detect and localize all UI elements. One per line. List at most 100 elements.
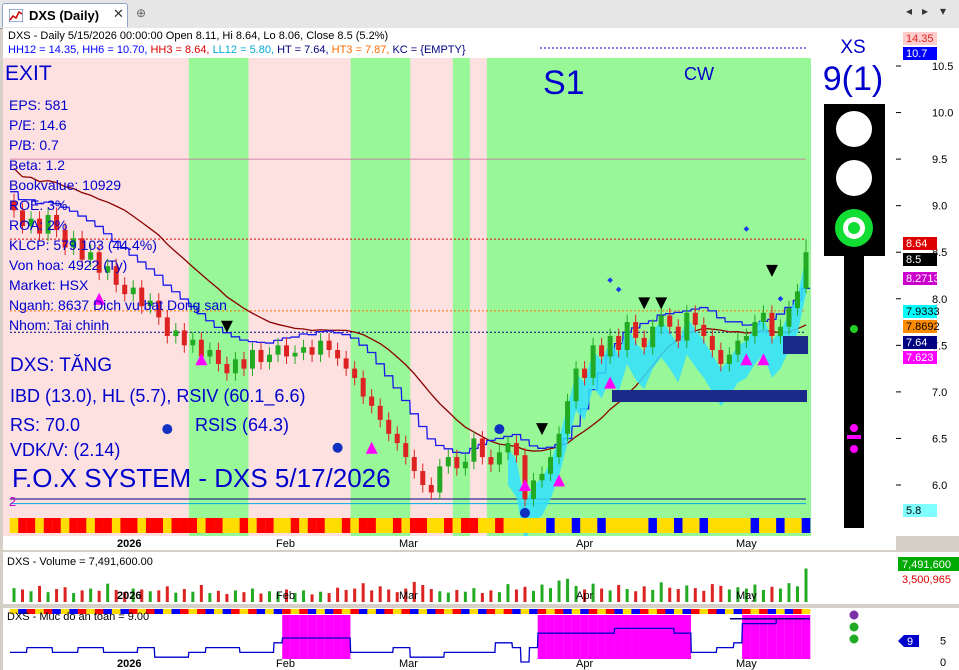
chart-tab[interactable]: DXS (Daily) ✕ (2, 3, 128, 27)
ht3-value: HT3 = 7.87, (332, 44, 393, 56)
candle-down (420, 471, 426, 485)
volume-bar (267, 591, 271, 602)
safety-strip-cell (733, 609, 743, 614)
strip-cell (256, 518, 266, 533)
safety-strip-cell (222, 609, 232, 614)
safety-strip-cell (486, 609, 496, 614)
candle-down (360, 377, 366, 397)
candle-down (352, 368, 358, 378)
close-tab-icon[interactable]: ✕ (113, 6, 124, 22)
strip-cell (222, 518, 232, 533)
strip-cell (111, 518, 121, 533)
safety-zone (580, 615, 589, 659)
safety-zone (614, 615, 623, 659)
strip-cell (801, 518, 811, 533)
strip-cell (673, 518, 683, 533)
strip-cell (307, 518, 317, 533)
strip-cell (180, 518, 189, 533)
fundamental-item: P/E: 14.6 (9, 117, 67, 133)
ht-value: HT = 7.64, (277, 44, 332, 56)
safety-strip-cell (333, 609, 342, 614)
candle-up (607, 336, 613, 357)
strip-cell (367, 518, 376, 533)
strip-cell (733, 518, 743, 533)
candle-up (207, 349, 213, 357)
safety-zone (563, 615, 572, 659)
strip-cell (384, 518, 394, 533)
candle-up (301, 347, 307, 353)
safety-strip-cell (554, 609, 564, 614)
safety-strip-cell (231, 609, 240, 614)
volume-bar (489, 590, 493, 602)
safety-zone (597, 615, 606, 659)
price-tick-label: 6.5 (932, 433, 947, 445)
volume-bar (634, 591, 638, 602)
safety-strip-cell (503, 609, 513, 614)
candle-up (437, 466, 443, 493)
safety-strip-cell (324, 609, 334, 614)
time-label: Feb (276, 658, 295, 670)
hh3-value: HH3 = 8.64, (150, 44, 212, 56)
price-tag-label: 7.64 (906, 337, 927, 349)
chevron-down-icon[interactable]: ▾ (940, 4, 946, 18)
safety-strip-cell (401, 609, 411, 614)
chart-area[interactable]: DXS - Daily 5/15/2026 00:00:00 Open 8.11… (0, 28, 959, 670)
hh12-hh6-value: HH12 = 14.35, HH6 = 10.70, (8, 44, 150, 56)
safety-strip-cell (307, 609, 317, 614)
candle-down (692, 312, 698, 325)
strip-cell (26, 518, 36, 533)
candle-down (122, 284, 128, 295)
strip-cell (418, 518, 428, 533)
safety-strip-cell (631, 609, 640, 614)
safety-zone (588, 615, 598, 659)
candle-down (403, 443, 409, 458)
strip-cell (43, 518, 53, 533)
volume-bar (242, 592, 246, 602)
candle-down (428, 485, 434, 493)
safety-strip-cell (665, 609, 675, 614)
safety-zone (742, 615, 751, 659)
safety-zone (767, 615, 777, 659)
safety-zone (801, 615, 811, 659)
volume-bar (12, 588, 16, 602)
candle-up (786, 308, 792, 327)
fundamental-item: ROE: 3% (9, 197, 67, 213)
safety-strip-cell (725, 609, 734, 614)
price-tick-label: 9.0 (932, 201, 947, 213)
count-circle-icon (332, 442, 343, 453)
volume-bar (336, 587, 340, 602)
volume-bar (506, 584, 510, 602)
candle-down (633, 322, 639, 338)
strip-cell (767, 518, 777, 533)
safety-strip-cell (461, 609, 470, 614)
pin-icon[interactable]: ⊕ (136, 6, 146, 20)
safety-strip-cell (171, 609, 181, 614)
volume-bar (21, 589, 25, 602)
volume-bar (208, 593, 212, 602)
volume-bar (55, 589, 59, 602)
strip-cell (486, 518, 496, 533)
volume-bar (438, 591, 442, 602)
candle-up (777, 326, 783, 337)
safety-zone (299, 615, 308, 659)
safety-zone (290, 615, 300, 659)
scroll-right-icon[interactable]: ▸ (922, 4, 928, 18)
candle-down (386, 419, 392, 434)
safety-strip-cell (316, 609, 325, 614)
volume-bar (727, 589, 731, 602)
safety-strip-cell (214, 609, 223, 614)
candle-down (335, 349, 341, 359)
price-tag-label: 8.27139 (906, 273, 946, 285)
scroll-left-icon[interactable]: ◂ (906, 4, 912, 18)
strip-cell (290, 518, 300, 533)
volume-bar (29, 591, 33, 602)
volume-bar (165, 586, 169, 602)
count-circle-icon (162, 424, 173, 435)
candle-up (794, 291, 800, 309)
volume-bar (63, 587, 67, 602)
volume-last-tag: 7,491,600 (902, 559, 951, 571)
candle-up (173, 330, 179, 337)
strip-cell (461, 518, 470, 533)
ll12-value: LL12 = 5.80, (213, 44, 278, 56)
candle-down (369, 396, 375, 406)
